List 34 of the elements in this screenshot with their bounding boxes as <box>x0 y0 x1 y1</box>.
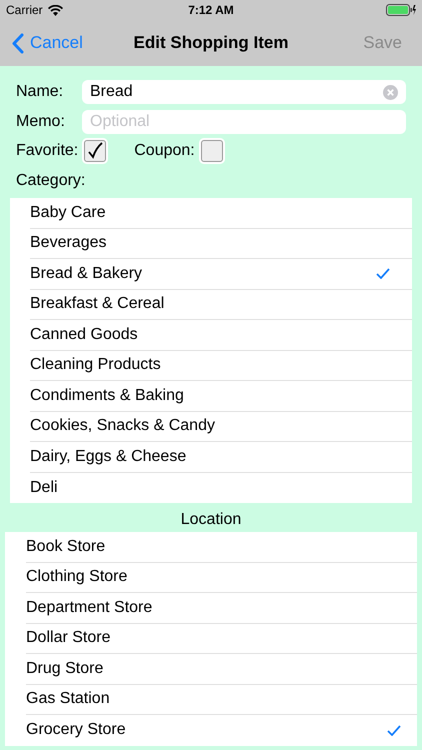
category-label: Category: <box>15 171 86 191</box>
location-item[interactable]: Gas Station <box>26 684 417 715</box>
nav-title: Edit Shopping Item <box>134 33 288 53</box>
name-field[interactable]: Bread <box>82 80 406 104</box>
back-chevron-icon <box>12 32 24 54</box>
location-item[interactable]: Drug Store <box>26 654 417 684</box>
coupon-checkbox[interactable] <box>200 140 223 162</box>
category-item[interactable]: Canned Goods <box>30 320 412 350</box>
favorite-label: Favorite: <box>16 142 78 160</box>
battery-icon <box>386 4 416 16</box>
location-item[interactable]: Book Store <box>26 532 417 562</box>
category-item[interactable]: Cookies, Snacks & Candy <box>30 412 412 442</box>
clear-icon[interactable] <box>383 84 398 100</box>
category-item[interactable]: Cleaning Products <box>30 350 412 381</box>
category-item[interactable]: Bread & Bakery <box>30 259 412 290</box>
category-item[interactable]: Baby Care <box>30 198 412 228</box>
location-item[interactable]: Department Store <box>26 593 417 624</box>
category-item[interactable]: Breakfast & Cereal <box>30 290 412 320</box>
category-item[interactable]: Condiments & Baking <box>30 381 412 412</box>
carrier-name: Carrier <box>6 3 43 17</box>
name-label: Name: <box>16 83 64 101</box>
location-item[interactable]: Dollar Store <box>26 624 417 654</box>
coupon-label: Coupon: <box>134 142 195 160</box>
memo-field[interactable]: Optional <box>82 110 406 134</box>
favorite-checkbox[interactable] <box>84 140 106 162</box>
location-header: Location <box>180 510 242 530</box>
category-item[interactable]: Beverages <box>30 228 412 259</box>
memo-label: Memo: <box>16 113 66 131</box>
category-item[interactable]: Deli <box>30 472 412 503</box>
location-item[interactable]: Grocery Store <box>26 715 417 746</box>
location-item[interactable]: Clothing Store <box>26 562 417 593</box>
category-item[interactable]: Dairy, Eggs & Cheese <box>30 442 412 472</box>
status-time: 7:12 AM <box>188 3 234 17</box>
wifi-icon <box>48 4 63 16</box>
